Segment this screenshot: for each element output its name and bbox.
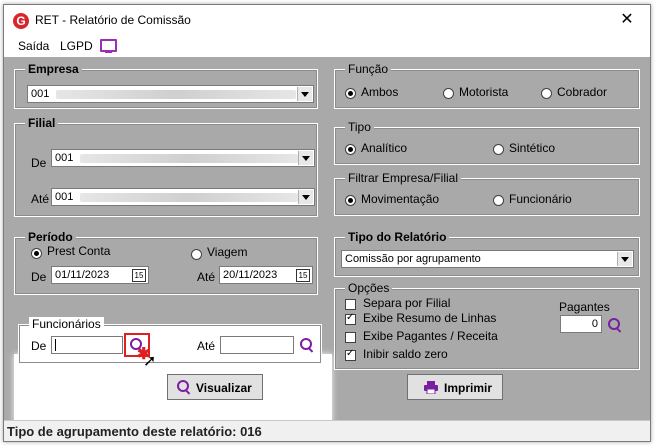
check-resumo-linhas[interactable] — [345, 312, 356, 325]
text-caret — [55, 339, 56, 351]
separa-filial-label: Separa por Filial — [363, 296, 451, 310]
search-icon — [176, 379, 192, 395]
empresa-group: Empresa 001 — [14, 62, 318, 109]
title-bar: G RET - Relatório de Comissão ✕ — [4, 5, 650, 35]
tipo-relatorio-value: Comissão por agrupamento — [345, 253, 481, 265]
radio-analitico[interactable] — [345, 144, 356, 155]
tipo-relatorio-group: Tipo do Relatório Comissão por agrupamen… — [334, 230, 640, 277]
periodo-title: Período — [25, 230, 76, 244]
status-bar: Tipo de agrupamento deste relatório: 016 — [4, 420, 650, 441]
tipo-relatorio-title: Tipo do Relatório — [345, 230, 450, 244]
check-separa-filial[interactable] — [345, 299, 356, 310]
resumo-linhas-label: Exibe Resumo de Linhas — [363, 311, 497, 325]
funcionarios-ate-input[interactable] — [220, 336, 294, 354]
periodo-group: Período Prest Conta Viagem De 01/11/2023… — [14, 230, 318, 295]
visualizar-label: Visualizar — [196, 381, 252, 395]
sintetico-label: Sintético — [509, 141, 556, 155]
tipo-title: Tipo — [345, 120, 374, 134]
chevron-down-icon[interactable] — [297, 87, 312, 101]
periodo-de-date[interactable]: 01/11/2023 15 — [51, 266, 149, 284]
tipo-group: Tipo Analítico Sintético — [334, 120, 640, 165]
radio-sintetico[interactable] — [493, 144, 504, 155]
monitor-icon[interactable] — [100, 39, 117, 53]
app-logo-icon: G — [13, 13, 29, 29]
pagantes-input[interactable]: 0 — [560, 315, 602, 333]
viagem-label: Viagem — [207, 245, 248, 259]
redacted-text — [56, 90, 296, 99]
calendar-icon[interactable]: 15 — [296, 269, 310, 282]
menu-bar: Saída LGPD — [4, 35, 650, 57]
radio-prest-conta[interactable] — [31, 248, 42, 259]
report-window: G RET - Relatório de Comissão ✕ Saída LG… — [3, 4, 651, 442]
funcao-group: Função Ambos Motorista Cobrador — [334, 62, 640, 109]
menu-saida[interactable]: Saída — [18, 39, 49, 53]
funcionarios-title: Funcionários — [29, 317, 104, 331]
filial-de-label: De — [31, 156, 47, 170]
periodo-ate-value: 20/11/2023 — [223, 269, 278, 281]
opcoes-title: Opções — [345, 281, 393, 295]
prest-conta-label: Prest Conta — [47, 244, 111, 258]
chevron-down-icon[interactable] — [298, 190, 313, 204]
form-area: Empresa 001 Filial De 001 Até 001 Períod… — [4, 57, 650, 422]
funcionario-label: Funcionário — [509, 192, 572, 206]
mouse-cursor-icon: ➚ — [143, 353, 157, 370]
empresa-select[interactable]: 001 — [27, 85, 314, 103]
periodo-de-value: 01/11/2023 — [55, 269, 110, 281]
motorista-label: Motorista — [459, 85, 509, 99]
filial-title: Filial — [25, 116, 59, 130]
tipo-relatorio-select[interactable]: Comissão por agrupamento — [341, 250, 634, 268]
funcionarios-de-label: De — [31, 339, 47, 353]
menu-lgpd[interactable]: LGPD — [60, 39, 93, 53]
radio-movimentacao[interactable] — [345, 195, 356, 206]
filial-de-select[interactable]: 001 — [51, 149, 315, 167]
redacted-text — [80, 154, 298, 163]
movimentacao-label: Movimentação — [361, 192, 440, 206]
radio-cobrador[interactable] — [541, 88, 552, 99]
pagantes-label: Pagantes — [559, 300, 610, 314]
printer-icon — [424, 381, 438, 395]
empresa-title: Empresa — [25, 62, 82, 76]
check-inibir-saldo[interactable] — [345, 348, 356, 361]
close-button[interactable]: ✕ — [604, 5, 650, 35]
funcao-title: Função — [345, 62, 392, 76]
periodo-ate-label: Até — [197, 270, 216, 284]
search-icon[interactable] — [607, 317, 623, 333]
filial-group: Filial De 001 Até 001 — [14, 116, 318, 217]
redacted-text — [80, 193, 298, 202]
funcionarios-group: Funcionários De ✱ ➚ Até — [18, 317, 322, 370]
funcionarios-ate-label: Até — [197, 339, 216, 353]
radio-ambos[interactable] — [345, 88, 356, 99]
filial-ate-value: 001 — [55, 191, 74, 203]
empresa-value: 001 — [31, 88, 50, 100]
imprimir-button[interactable]: Imprimir — [407, 374, 503, 400]
ambos-label: Ambos — [361, 85, 399, 99]
filial-ate-select[interactable]: 001 — [51, 188, 315, 206]
status-text: Tipo de agrupamento deste relatório: 016 — [7, 424, 262, 439]
funcionarios-de-input[interactable] — [51, 336, 123, 354]
chevron-down-icon[interactable] — [617, 252, 632, 266]
search-icon[interactable] — [299, 337, 315, 353]
periodo-ate-date[interactable]: 20/11/2023 15 — [219, 266, 313, 284]
opcoes-group: Opções Separa por Filial Exibe Resumo de… — [334, 281, 640, 370]
chevron-down-icon[interactable] — [298, 151, 313, 165]
check-pagantes-receita[interactable] — [345, 332, 356, 343]
cobrador-label: Cobrador — [557, 85, 608, 99]
radio-motorista[interactable] — [443, 88, 454, 99]
filial-ate-label: Até — [31, 192, 50, 206]
filtrar-title: Filtrar Empresa/Filial — [345, 171, 462, 185]
pagantes-receita-label: Exibe Pagantes / Receita — [363, 329, 498, 343]
imprimir-label: Imprimir — [444, 381, 493, 395]
inibir-saldo-label: Inibir saldo zero — [363, 347, 448, 361]
calendar-icon[interactable]: 15 — [132, 269, 146, 282]
visualizar-button[interactable]: Visualizar — [167, 374, 263, 400]
periodo-de-label: De — [31, 270, 47, 284]
filtrar-group: Filtrar Empresa/Filial Movimentação Func… — [334, 171, 640, 216]
window-title: RET - Relatório de Comissão — [35, 13, 191, 27]
radio-viagem[interactable] — [191, 249, 202, 260]
radio-funcionario[interactable] — [493, 195, 504, 206]
analitico-label: Analítico — [361, 141, 408, 155]
filial-de-value: 001 — [55, 152, 74, 164]
